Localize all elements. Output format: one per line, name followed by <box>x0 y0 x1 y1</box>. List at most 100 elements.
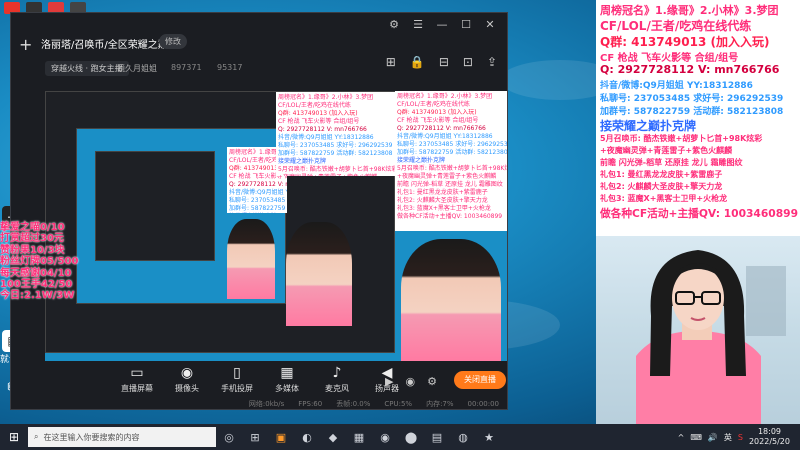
mini-info-line: +夜魔幽灵弹+青莲雷子+紫色火麒麟 <box>278 174 394 176</box>
camera-icon: ◉ <box>180 365 194 381</box>
mini-info-line: 抖音/微博:Q9月姐姐 YY:18312886 <box>397 133 493 140</box>
tool-label: 多媒体 <box>275 384 299 393</box>
mini-info-line: 私聊号: 237053485 求好号: 296292539 <box>397 141 507 148</box>
multimedia-button[interactable]: ▦ 多媒体 <box>269 365 305 394</box>
app-icon[interactable]: ▦ <box>346 431 372 444</box>
input-method-icon[interactable]: 英 <box>724 432 732 443</box>
stat-line: 100王手42/50 <box>0 279 73 291</box>
clock-date: 2022/5/20 <box>748 437 790 446</box>
info-line: CF/LOL/王者/吃鸡在线代练 <box>600 19 752 33</box>
mini-info-line: 周榜冠名》1.缘哥》2.小林》3.梦团 <box>397 93 493 100</box>
share-icon[interactable]: ⇪ <box>487 55 497 69</box>
screen-capture-button[interactable]: ▭ 直播屏幕 <box>119 365 155 394</box>
streaming-app-window: ⚙ ☰ — ☐ ✕ + 洛丽塔/召唤币/全区荣耀之巅 修改 穿越火线 · 跑女主… <box>10 12 508 410</box>
mini-info-line: Q: 2927728112 V: mn766766 <box>397 125 486 132</box>
mini-info-line: 周榜冠名》1.缘哥》2.小林》3.梦团 <box>278 94 374 101</box>
add-source-button[interactable]: + <box>19 35 32 54</box>
mini-info-line: CF/LOL/王者/吃鸡在线代练 <box>278 102 351 109</box>
phone-cast-button[interactable]: ▯ 手机投屏 <box>219 365 255 394</box>
edit-title-button[interactable]: 修改 <box>159 34 187 49</box>
minimize-button[interactable]: — <box>435 18 449 31</box>
maximize-button[interactable]: ☐ <box>459 18 473 31</box>
stat-line: 粉丝灯牌05/500 <box>0 256 79 268</box>
microphone-button[interactable]: ♪ 麦克风 <box>319 365 355 394</box>
info-line: 私聊号: 237053485 求好号: 296292539 <box>600 94 784 104</box>
status-fps: FPS:60 <box>298 400 323 408</box>
menu-icon[interactable]: ☰ <box>411 18 425 31</box>
close-button[interactable]: ✕ <box>483 18 497 31</box>
nested-info-panel: 周榜冠名》1.缘哥》2.小林》3.梦团CF/LOL/王者/吃鸡在线代练Q群: 4… <box>276 92 396 176</box>
info-line: Q群: 413749013 (加入入玩) <box>600 35 770 49</box>
layout-icon[interactable]: ⊞ <box>386 55 396 69</box>
taskbar-search-input[interactable]: ⌕ 在这里输入你要搜索的内容 <box>28 427 216 447</box>
room-owner: 镜久月姐姐 <box>117 64 157 73</box>
mini-info-line: 做各种CF活动+主播QV: 1003460899 <box>397 213 503 220</box>
app-icon[interactable]: ◍ <box>450 431 476 444</box>
status-drop: 丢帧:0.0% <box>336 400 371 408</box>
info-line: 加群号: 587822759 活动群: 582123808 <box>600 107 784 117</box>
preview-eye-icon[interactable]: ◉ <box>405 375 415 388</box>
info-line: 抖音/微博:Q9月姐姐 YY:18312886 <box>600 81 753 91</box>
layer-icon[interactable]: ⊟ <box>439 55 449 69</box>
stream-preview[interactable]: 周榜冠名》1.缘哥》2.小林》3.梦团CF/LOL/王者/吃鸡在线代练Q群: 4… <box>45 91 507 361</box>
stat-line: 挚爱之喵0/10 <box>0 222 65 233</box>
app-icon[interactable]: ◆ <box>320 431 346 444</box>
room-heat: 95317 <box>217 63 243 72</box>
info-line: 前瞻 闪光弹-稻草 还原挂 龙儿 霜雕图纹 <box>600 158 743 167</box>
clock[interactable]: 18:09 2022/5/20 <box>749 427 790 447</box>
mini-info-line: 接荣耀之巅扑克牌 <box>278 158 327 165</box>
app-icon[interactable]: ★ <box>476 431 502 444</box>
scene-icon[interactable]: ⊡ <box>463 55 473 69</box>
streaming-app-icon[interactable]: ▣ <box>268 431 294 444</box>
search-icon: ⌕ <box>34 432 39 441</box>
camera-button[interactable]: ◉ 摄像头 <box>169 365 205 394</box>
stat-line: 赞粉果10/3块 <box>0 244 65 256</box>
webcam-feed <box>596 236 800 424</box>
mini-info-line: CF 枪战 飞车火影等 合组/组号 <box>397 117 479 124</box>
start-button[interactable]: ⊞ <box>0 424 28 450</box>
goal-stats-overlay: 挚爱之喵0/10 打赏超过30元 赞粉果10/3块 粉丝灯牌05/500 每天感… <box>0 222 96 302</box>
ime-icon[interactable]: S <box>738 433 743 442</box>
volume-icon[interactable]: 🔊 <box>708 433 718 442</box>
stat-line: 打赏超过30元 <box>0 233 64 245</box>
record-icon[interactable]: ▶ <box>385 375 393 388</box>
info-line: 5月召唤币: 酷杰铁嫩+胡萝卜匕首+98K炫彩 <box>600 134 763 143</box>
mini-info-line: Q群: 413749013 (加入入玩) <box>397 109 477 116</box>
header-tools: ⊞ 🔒 ⊟ ⊡ ⇪ <box>386 55 497 69</box>
task-view-icon[interactable]: ⊞ <box>242 431 268 444</box>
status-bar: 网络:0kb/s FPS:60 丢帧:0.0% CPU:5% 内存:7% 00:… <box>11 397 507 409</box>
browser-icon[interactable]: ◐ <box>294 431 320 444</box>
microphone-icon: ♪ <box>332 365 342 381</box>
app-icon[interactable]: ◉ <box>372 431 398 444</box>
mini-info-line: 加群号: 587822759 活动群: 582123808 <box>278 150 393 157</box>
mini-info-line: 私聊号: 237053485 求好号: 296292539 <box>229 197 287 204</box>
info-line: 礼包3: 蓝魔X+黑客士卫甲+火枪龙 <box>600 194 728 203</box>
stat-line: 今日:2.1W/3W <box>0 290 75 302</box>
nested-capture-window: 周榜冠名》1.缘哥》2.小林》3.梦团CF/LOL/王者/吃鸡在线代练Q群: 4… <box>76 128 287 304</box>
monitor-icon: ▭ <box>130 365 144 381</box>
keyboard-icon[interactable]: ⌨ <box>690 433 702 442</box>
system-tray: ^ ⌨ 🔊 英 S 18:09 2022/5/20 <box>678 427 800 447</box>
mini-info-line: 加群号: 587822759 活动群: 582123808 <box>229 205 287 212</box>
search-placeholder: 在这里输入你要搜索的内容 <box>43 432 140 442</box>
nested-capture-window <box>95 151 215 261</box>
info-line: 做各种CF活动+主播QV: 1003460899 <box>600 207 799 220</box>
lock-icon[interactable]: 🔒 <box>410 55 425 69</box>
app-icon[interactable]: ▤ <box>424 431 450 444</box>
stop-live-button[interactable]: 关闭直播 <box>454 371 506 389</box>
mini-info-line: Q: 2927728112 V: mn766766 <box>229 181 287 188</box>
mini-info-line: 私聊号: 237053485 求好号: 296292539 <box>278 142 393 149</box>
room-id: 897371 <box>171 63 202 72</box>
app-icon[interactable]: ⬤ <box>398 431 424 444</box>
settings-icon[interactable]: ⚙ <box>387 18 401 31</box>
mini-info-line: 5月召唤币: 酷杰铁嫩+胡萝卜匕首+98K炫彩 <box>397 165 507 172</box>
tray-expand-icon[interactable]: ^ <box>678 433 685 442</box>
room-title[interactable]: 洛丽塔/召唤币/全区荣耀之巅 <box>41 36 168 51</box>
gear-icon[interactable]: ⚙ <box>427 375 437 388</box>
info-line: 礼包1: 曼红黑龙龙皮肤+紫雷鹿子 <box>600 170 723 179</box>
preview-info-panel: 周榜冠名》1.缘哥》2.小林》3.梦团 CF/LOL/王者/吃鸡在线代练 Q群: 4… <box>395 91 507 231</box>
title-bar: ⚙ ☰ — ☐ ✕ <box>11 13 507 35</box>
cortana-icon[interactable]: ◎ <box>216 431 242 444</box>
tool-label: 手机投屏 <box>221 384 253 393</box>
mini-info-line: 礼包3: 蓝魔X+黑客士卫甲+火枪龙 <box>397 205 491 212</box>
